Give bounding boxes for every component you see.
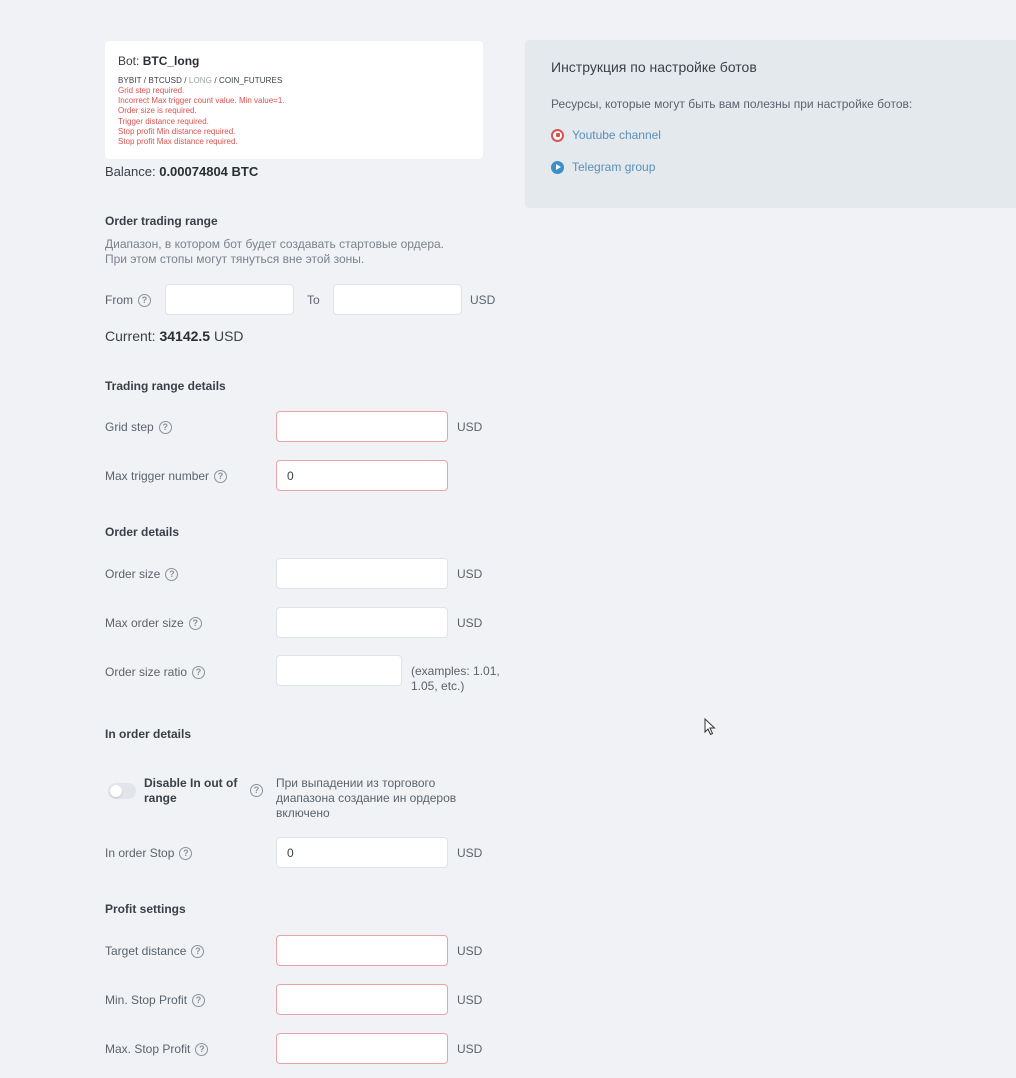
grid-step-unit: USD [457, 420, 483, 434]
section-order-details: Order details [105, 525, 180, 539]
target-distance-input[interactable] [276, 935, 448, 966]
max-order-size-label: Max order size ? [105, 615, 202, 631]
help-icon[interactable]: ? [179, 846, 193, 860]
order-size-unit: USD [457, 567, 483, 581]
order-size-label: Order size ? [105, 566, 179, 582]
help-icon[interactable]: ? [188, 616, 202, 630]
youtube-link-text: Youtube channel [572, 128, 661, 142]
bot-title: Bot: BTC_long [118, 54, 483, 68]
order-size-ratio-input[interactable] [276, 655, 402, 686]
section-order-trading-range: Order trading range [105, 214, 218, 228]
help-icon[interactable]: ? [138, 293, 151, 307]
telegram-link-text: Telegram group [572, 160, 656, 174]
max-stop-profit-label-text: Max. Stop Profit [105, 1042, 191, 1056]
from-label-text: From [105, 293, 133, 307]
balance: Balance: 0.00074804 BTC [105, 164, 258, 179]
instructions-text: Ресурсы, которые могут быть вам полезны … [551, 97, 913, 111]
order-range-desc-line1: Диапазон, в котором бот будет создавать … [105, 237, 445, 251]
balance-value: 0.00074804 BTC [159, 164, 259, 179]
section-trading-range-details: Trading range details [105, 379, 226, 393]
bot-market: COIN_FUTURES [218, 76, 283, 85]
current-label: Current: [105, 328, 156, 344]
current-price: Current: 34142.5 USD [105, 328, 244, 344]
in-order-stop-input[interactable] [276, 837, 448, 868]
grid-step-label-text: Grid step [105, 420, 154, 434]
min-stop-profit-label: Min. Stop Profit ? [105, 992, 206, 1008]
order-size-input[interactable] [276, 558, 448, 589]
instructions-title: Инструкция по настройке ботов [551, 59, 757, 75]
disable-in-out-of-range-label: Disable In out of range [144, 776, 238, 805]
max-trigger-label: Max trigger number ? [105, 468, 228, 484]
range-unit: USD [470, 293, 496, 307]
to-label: To [307, 293, 320, 307]
help-icon[interactable]: ? [250, 784, 263, 797]
order-range-description: Диапазон, в котором бот будет создавать … [105, 237, 505, 267]
order-size-ratio-label-text: Order size ratio [105, 665, 188, 679]
target-distance-unit: USD [457, 944, 483, 958]
target-distance-label: Target distance ? [105, 943, 205, 959]
current-value: 34142.5 [159, 328, 211, 344]
order-size-ratio-label: Order size ratio ? [105, 664, 206, 680]
in-order-stop-unit: USD [457, 846, 483, 860]
bot-title-prefix: Bot: [118, 54, 140, 68]
balance-label: Balance: [105, 164, 156, 179]
max-order-size-label-text: Max order size [105, 616, 184, 630]
min-stop-profit-input[interactable] [276, 984, 448, 1015]
bot-name: BTC_long [142, 54, 200, 68]
order-range-desc-line2: При этом стопы могут тянуться вне этой з… [105, 252, 365, 266]
help-icon[interactable]: ? [214, 469, 228, 483]
bot-error: Order size is required. [118, 106, 197, 116]
help-icon[interactable]: ? [192, 993, 206, 1007]
to-input[interactable] [333, 284, 462, 315]
max-stop-profit-unit: USD [457, 1042, 483, 1056]
target-distance-label-text: Target distance [105, 944, 187, 958]
telegram-icon [551, 160, 564, 174]
mouse-cursor-icon [704, 718, 716, 736]
max-trigger-label-text: Max trigger number [105, 469, 210, 483]
telegram-link[interactable]: Telegram group [551, 160, 655, 174]
bot-card: Bot: BTC_long BYBIT / BTCUSD / LONG / CO… [105, 41, 483, 159]
max-stop-profit-input[interactable] [276, 1033, 448, 1064]
max-stop-profit-label: Max. Stop Profit ? [105, 1041, 209, 1057]
min-stop-profit-label-text: Min. Stop Profit [105, 993, 188, 1007]
section-profit-settings: Profit settings [105, 902, 186, 916]
toggle-knob [110, 785, 122, 797]
in-order-stop-label: In order Stop ? [105, 845, 193, 861]
grid-step-label: Grid step ? [105, 419, 172, 435]
max-order-size-input[interactable] [276, 607, 448, 638]
current-unit: USD [213, 328, 244, 344]
from-input[interactable] [165, 284, 294, 315]
help-icon[interactable]: ? [158, 420, 172, 434]
order-size-label-text: Order size [105, 567, 161, 581]
bot-error: Incorrect Max trigger count value. Min v… [118, 96, 285, 106]
bot-pair: BTCUSD [148, 76, 182, 85]
in-order-stop-label-text: In order Stop [105, 846, 175, 860]
from-label: From ? [105, 292, 151, 308]
youtube-link[interactable]: Youtube channel [551, 128, 661, 142]
max-order-size-unit: USD [457, 616, 483, 630]
bot-exchange: BYBIT [118, 76, 142, 85]
bot-error: Stop profit Min distance required. [118, 126, 236, 136]
help-icon[interactable]: ? [165, 567, 179, 581]
order-size-ratio-hint: (examples: 1.01, 1.05, etc.) [411, 664, 500, 693]
min-stop-profit-unit: USD [457, 993, 483, 1007]
help-icon[interactable]: ? [195, 1042, 209, 1056]
bot-error: Grid step required. [118, 86, 185, 95]
bot-error: Stop profit Max distance required. [118, 137, 238, 147]
bot-side: LONG [188, 76, 212, 85]
grid-step-input[interactable] [276, 411, 448, 442]
max-trigger-input[interactable] [276, 460, 448, 491]
youtube-icon [551, 128, 564, 142]
disable-in-out-of-range-toggle[interactable] [108, 783, 136, 799]
bot-path: BYBIT / BTCUSD / LONG / COIN_FUTURES [118, 76, 283, 85]
section-in-order-details: In order details [105, 727, 192, 741]
help-icon[interactable]: ? [192, 665, 206, 679]
bot-error: Trigger distance required. [118, 116, 209, 126]
help-icon[interactable]: ? [191, 944, 205, 958]
toggle-description: При выпадении из торгового диапазона соз… [276, 776, 457, 820]
